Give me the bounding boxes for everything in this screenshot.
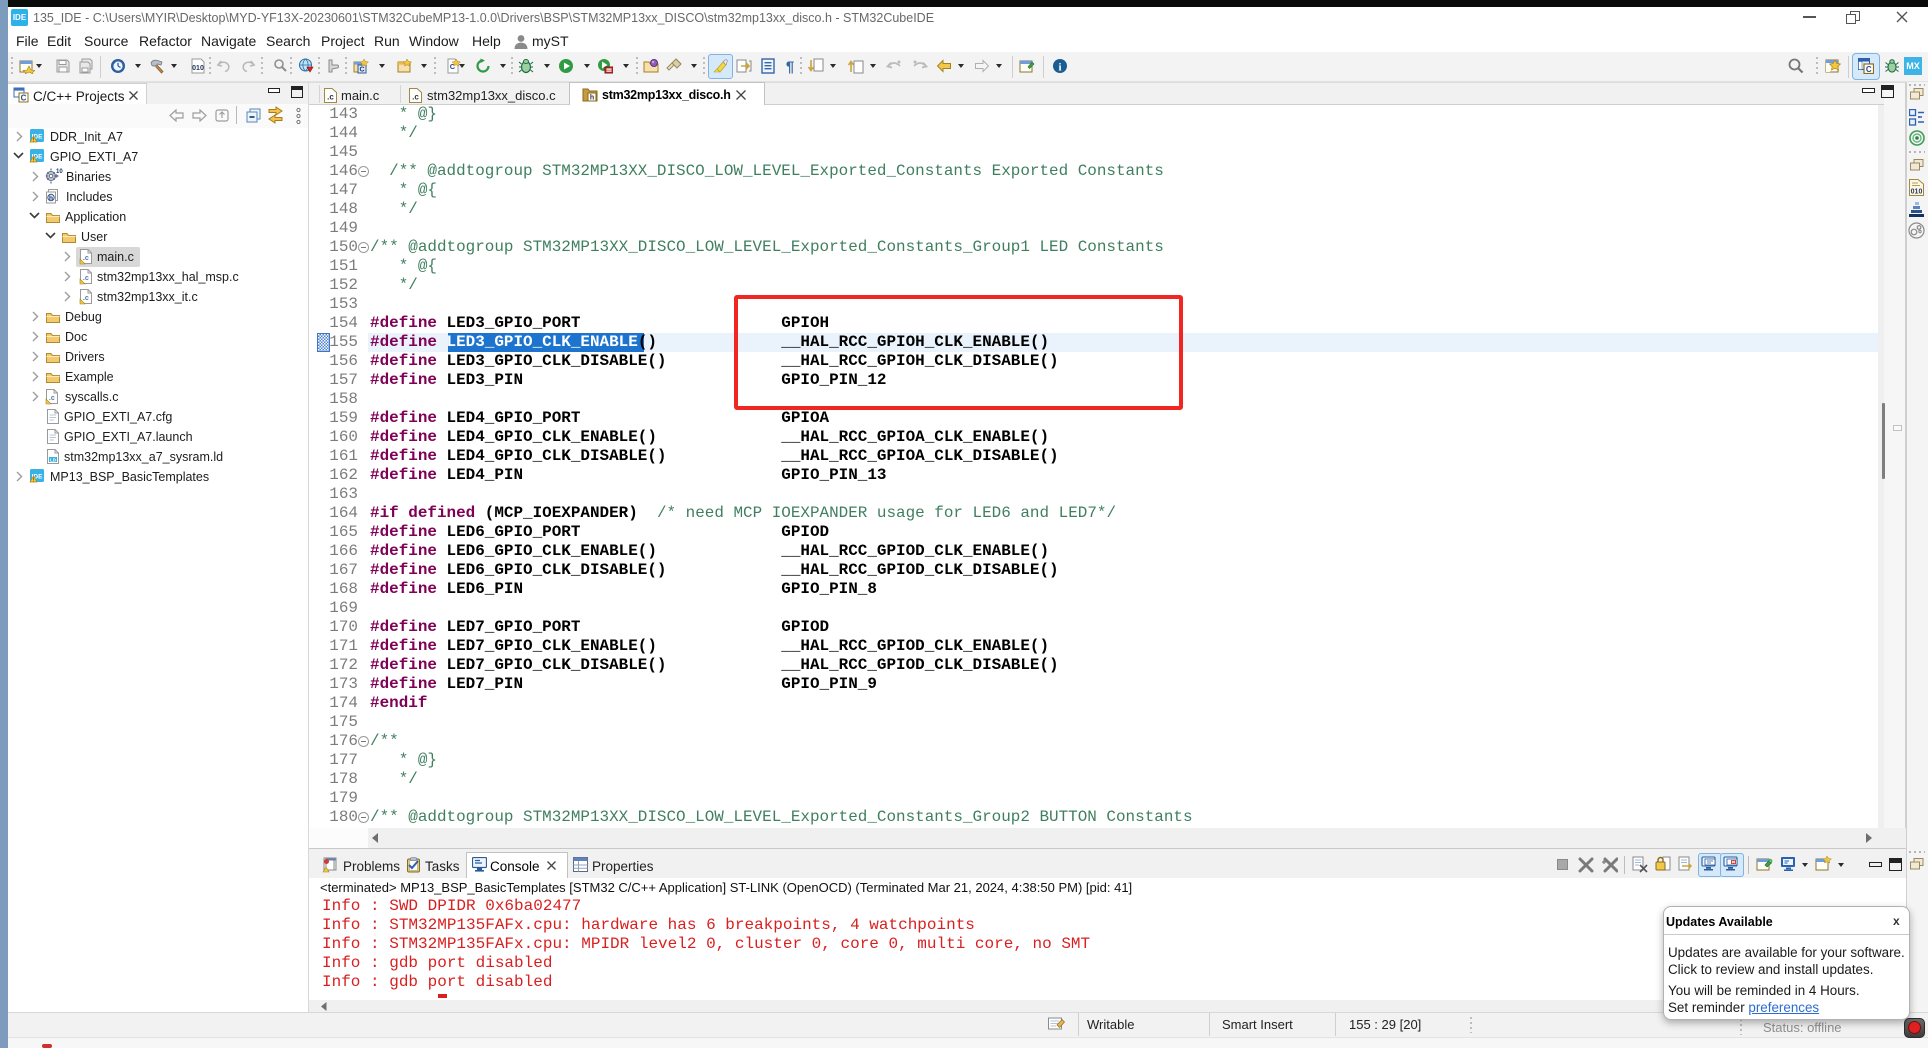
svg-text:C: C [359, 67, 364, 74]
svg-text:.c: .c [327, 93, 334, 102]
svg-text:i: i [1058, 62, 1061, 74]
svg-text:¶: ¶ [786, 59, 794, 75]
svg-text:C: C [1866, 65, 1872, 74]
svg-text:h: h [590, 95, 594, 102]
svg-text:010: 010 [1911, 189, 1923, 196]
svg-text:.c: .c [412, 93, 419, 102]
